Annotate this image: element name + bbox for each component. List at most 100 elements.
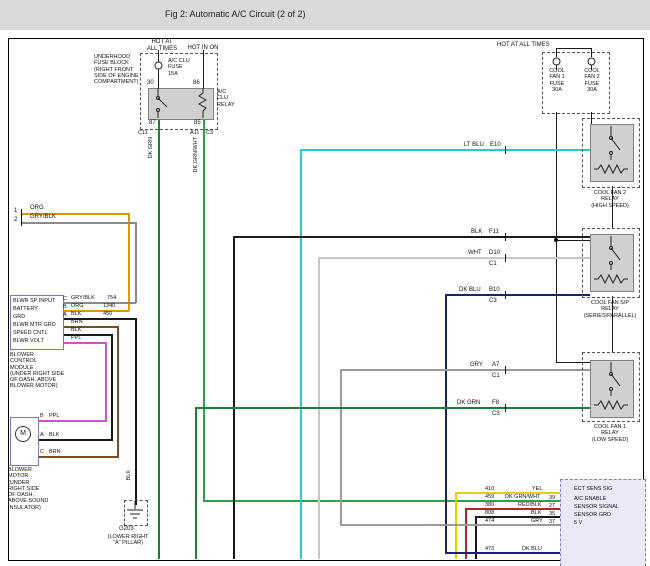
pin-label-e10: E10 <box>490 142 501 149</box>
wire-blk-to-motor <box>36 439 113 441</box>
hot-at-all-times-right-label: HOT AT ALL TIMES <box>497 42 550 49</box>
cool-fan1-fuse-label: COOL FAN 1 FUSE 30A <box>545 68 569 93</box>
pcm-row-sensor-grd: SENSOR GRD <box>574 512 611 518</box>
module-row-battery: BATTERY <box>13 306 38 312</box>
wire-lt-blu-vertical <box>300 149 302 559</box>
wire-blk-speed-vertical <box>111 334 113 440</box>
ground-icon <box>125 501 145 523</box>
pcm-pin-27: 27 <box>549 503 555 509</box>
connector-tick <box>505 146 506 154</box>
relay-pin-85: 85 <box>194 120 201 127</box>
wire-gry-horizontal <box>340 369 590 371</box>
module-wire-blk2: BLK <box>71 327 81 333</box>
wire-label-blk-ground: BLK <box>126 470 132 480</box>
module-circuit-450: 450 <box>103 311 112 317</box>
hot-at-all-times-left-label: HOT AT ALL TIMES <box>142 39 182 53</box>
wire-dk-blu-horizontal <box>445 294 590 296</box>
figure-title: Fig 2: Automatic A/C Circuit (2 of 2) <box>165 9 306 19</box>
pcm-pin-37: 37 <box>549 519 555 525</box>
wire-label-dk-blu-473: DK BLU <box>522 546 542 552</box>
module-wire-ppl: PPL <box>71 335 81 341</box>
wire-dk-blu-vertical <box>445 294 447 553</box>
junction-dot <box>554 238 558 242</box>
wire-lt-blu-horizontal <box>300 149 590 151</box>
wire-label-dk-grn-wht: DK GRN/WHT <box>193 137 199 172</box>
pcm-pin-39: 39 <box>549 495 555 501</box>
module-row-blwr-sp-input: BLWR SP INPUT <box>13 298 55 304</box>
conn-label-c1b: C1 <box>492 373 500 380</box>
connector-a11-label: A11 <box>190 130 199 136</box>
wire-label-yel: YEL <box>532 486 542 492</box>
relay-contacts-icon <box>590 360 632 416</box>
module-wire-blk: BLK <box>71 311 81 317</box>
figure-title-bar: Fig 2: Automatic A/C Circuit (2 of 2) <box>0 0 650 30</box>
module-circuit-1340: 1340 <box>103 303 115 309</box>
wire-module-blk2 <box>60 334 113 336</box>
wire-module-brn <box>60 326 119 328</box>
relay-contacts-icon <box>148 88 212 118</box>
circuit-808: 808 <box>485 510 494 516</box>
module-row-blwr-mtr-grd: BLWR MTR GRD <box>13 322 56 328</box>
wire-label-lt-blu: LT BLU <box>464 142 484 149</box>
diagram-frame <box>8 38 644 561</box>
wire-label-red-blk: RED/BLK <box>518 502 542 508</box>
pcm-row-ac-enable: A/C ENABLE <box>574 496 606 502</box>
module-row-blwr-volt: BLWR VOLT <box>13 338 44 344</box>
wire-dk-grn-f8-horizontal <box>195 407 590 409</box>
connector-tick <box>505 291 506 299</box>
wire-label-gry-474: GRY <box>531 518 543 524</box>
pcm-row-5v: 5 V <box>574 520 582 526</box>
pin-label-b10: B10 <box>489 287 500 294</box>
motor-wire-blk: BLK <box>49 432 59 438</box>
hot-in-on-label: HOT IN ON <box>185 45 221 52</box>
wire-label-blk: BLK <box>471 229 482 236</box>
wire-gry-blk-vertical <box>135 222 137 303</box>
wire-hot-bracket <box>556 48 592 49</box>
pin-label-a7: A7 <box>492 362 499 369</box>
module-row-speed-cntl: SPEED CNTL <box>13 330 48 336</box>
ground-location-label: (LOWER RIGHT "A" PILLAR) <box>100 534 156 547</box>
pin-label-f11: F11 <box>489 229 499 236</box>
relay-pin-87: 87 <box>149 120 156 127</box>
ac-clu-relay-label: A/C CLU RELAY <box>217 89 235 108</box>
connector-tick <box>505 254 506 262</box>
feed-pin-1: 1 <box>14 208 17 215</box>
motor-pin-a: A <box>40 432 44 438</box>
wire-dk-blu-473-horizontal <box>445 552 560 554</box>
wire-gry-blk-stub <box>22 222 136 224</box>
wire-red-blk-horizontal <box>465 508 560 510</box>
motor-symbol: M <box>15 426 31 442</box>
relay-contacts-icon <box>590 234 632 290</box>
circuit-474: 474 <box>485 518 494 524</box>
pcm-row-sensor-signal: SENSOR SIGNAL <box>574 504 619 510</box>
pcm-row-ect-sens-sig: ECT SENS SIG <box>574 486 612 492</box>
blower-module-description: BLOWER CONTROL MODULE (UNDER RIGHT SIDE … <box>10 352 64 390</box>
circuit-380: 380 <box>485 502 494 508</box>
wire-label-dk-grn2: DK GRN <box>457 400 480 407</box>
motor-wire-brn: BRN <box>49 449 61 455</box>
wire-dk-grn-clutch <box>158 118 160 559</box>
wire-blk-f11-vertical <box>233 236 235 559</box>
feed-wire-org: ORG <box>30 205 44 212</box>
relay-pin-86: 86 <box>193 80 200 87</box>
feed-wire-gry-blk: GRY/BLK <box>30 214 56 221</box>
wire-label-dk-grn-wht2: DK GRN/WHT <box>505 494 540 500</box>
underhood-fuse-block-label: UNDERHOOD FUSE BLOCK (RIGHT FRONT SIDE O… <box>94 54 140 85</box>
circuit-459: 459 <box>485 494 494 500</box>
blower-motor-description: BLOWER MOTOR (UNDER RIGHT SIDE OF DASH, … <box>8 467 48 511</box>
wire-dk-grn-wht-vertical <box>203 118 205 501</box>
ground-name-g203: G203 <box>119 526 134 533</box>
wire-brn-to-motor <box>36 456 119 458</box>
connector-c11-label: C11 <box>138 130 148 136</box>
circuit-473: 473 <box>485 546 494 552</box>
wire-ppl-to-motor <box>36 420 107 422</box>
pcm-pin-35: 35 <box>549 511 555 517</box>
wire-gry-vertical <box>340 369 342 525</box>
wire-dk-grn-f8-vertical <box>195 407 197 559</box>
wire-org-vertical <box>128 213 130 311</box>
conn-label-c3: C3 <box>489 298 497 305</box>
cool-fan-sp-relay-label: COOL FAN S/P RELAY (SERIES/PARALLEL) <box>574 300 646 319</box>
wire-wht-horizontal <box>318 257 590 259</box>
wire-blk-f11-horizontal <box>233 236 590 238</box>
motor-pin-c: C <box>40 449 44 455</box>
